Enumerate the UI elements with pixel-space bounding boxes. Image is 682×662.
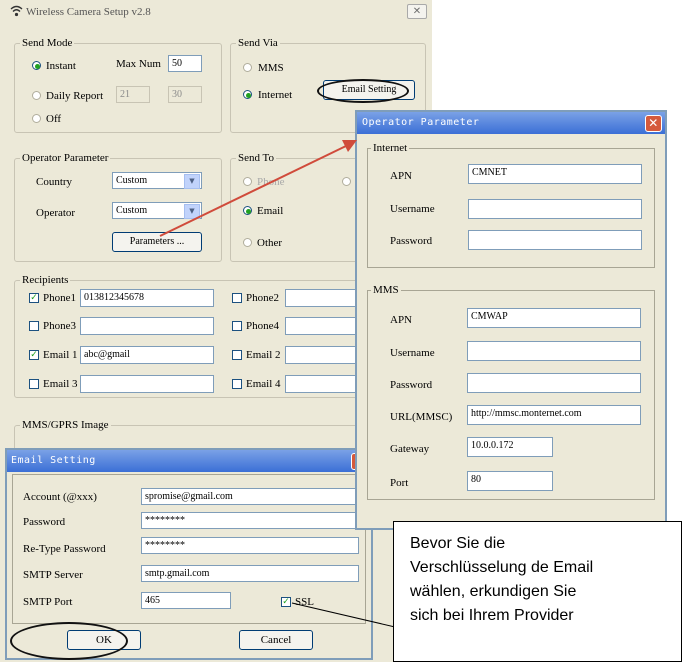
ssl-callout-box: Bevor Sie die Verschlüsselung de Email w…: [393, 521, 682, 662]
callout-line: sich bei Ihrem Provider: [410, 607, 574, 624]
callout-line: wählen, erkundigen Sie: [410, 583, 577, 600]
callout-line: Bevor Sie die: [410, 535, 506, 552]
callout-line: Verschlüsselung de Email: [410, 559, 594, 576]
parameters-arrow-line: [159, 145, 347, 237]
ssl-callout-pointer: [291, 602, 409, 631]
